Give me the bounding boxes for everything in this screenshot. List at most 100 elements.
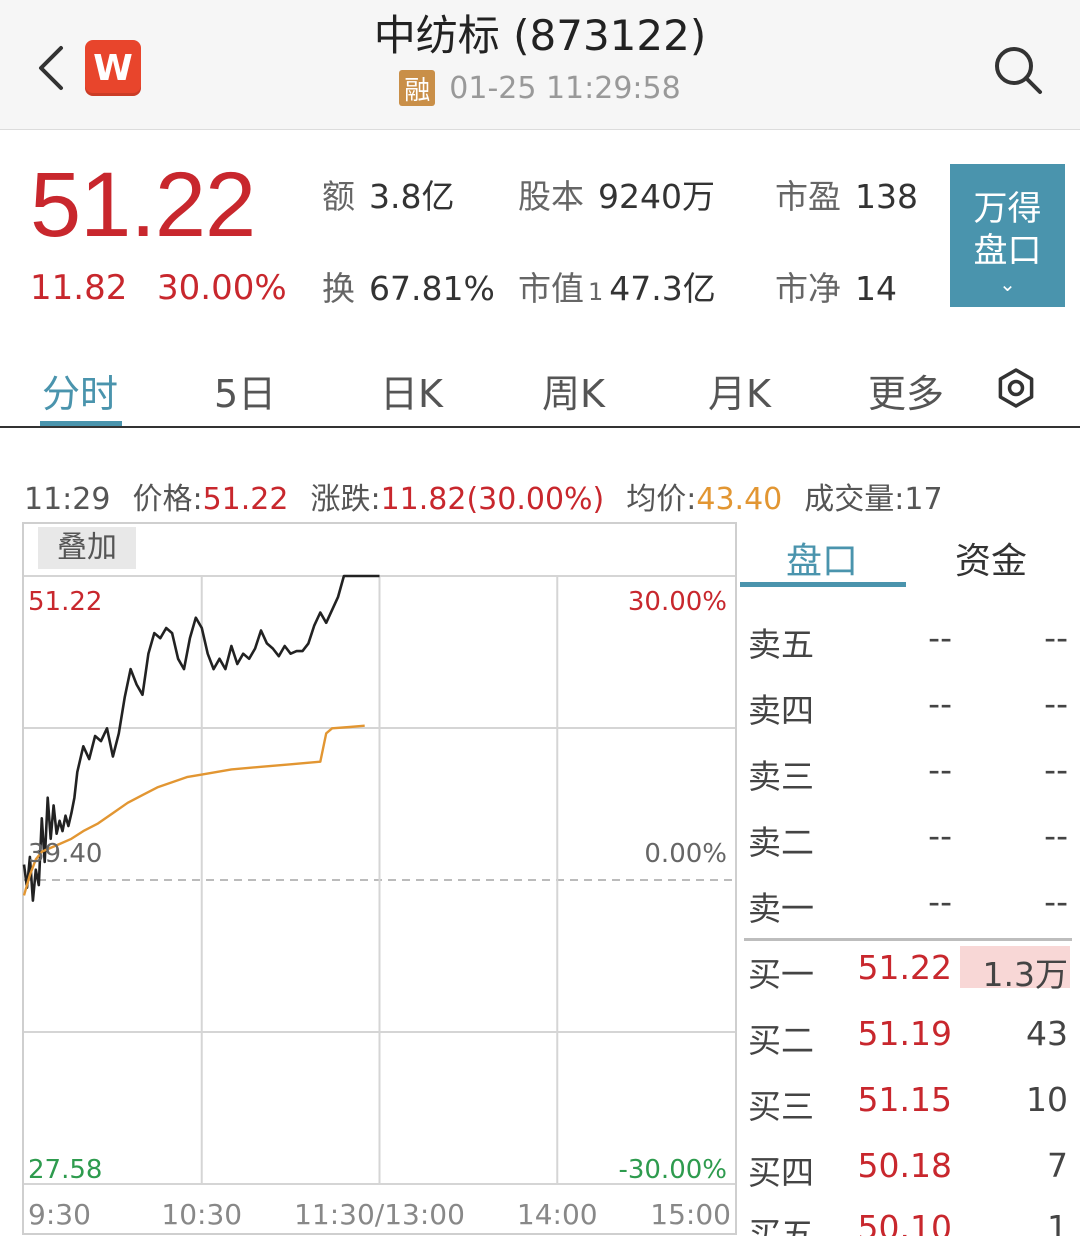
ask-level: 卖四 bbox=[748, 691, 814, 730]
ask-price: -- bbox=[928, 684, 952, 723]
ask-level: 卖五 bbox=[748, 625, 814, 664]
app-logo[interactable]: W bbox=[85, 40, 141, 96]
chevron-down-icon: ⌄ bbox=[999, 272, 1016, 296]
bid-price: 50.18 bbox=[857, 1146, 952, 1185]
x-tick-label: 11:30/13:00 bbox=[294, 1198, 465, 1231]
x-tick-label: 9:30 bbox=[28, 1198, 91, 1231]
bid-price: 50.10 bbox=[857, 1208, 952, 1236]
wind-orderbook-button[interactable]: 万得 盘口 ⌄ bbox=[950, 164, 1065, 307]
bid-row: 买二 51.19 43 bbox=[748, 1014, 1070, 1066]
chart-settings-button[interactable] bbox=[995, 367, 1037, 409]
settings-icon bbox=[998, 368, 1034, 408]
ask-price: -- bbox=[928, 618, 952, 657]
bid-volume: 7 bbox=[1047, 1146, 1068, 1185]
stat-turnover: 换 67.81% bbox=[322, 262, 495, 310]
x-tick-label: 10:30 bbox=[161, 1198, 242, 1231]
stat-label: 额 bbox=[322, 177, 355, 216]
stat-value: 138 bbox=[855, 177, 918, 216]
stat-label: 股本 bbox=[518, 177, 584, 216]
tab-intraday[interactable]: 分时 bbox=[42, 363, 118, 418]
ask-row: 卖五 -- -- bbox=[748, 618, 1070, 670]
bid-volume: 10 bbox=[1026, 1080, 1068, 1119]
ask-price: -- bbox=[928, 750, 952, 789]
search-button[interactable] bbox=[990, 42, 1046, 98]
crosshair-info-line: 11:29 价格:51.22 涨跌:11.82(30.00%) 均价:43.40 成交量… bbox=[24, 474, 965, 518]
intraday-chart[interactable]: 51.22 39.40 27.58 30.00% 0.00% -30.00% 9:30 10:… bbox=[22, 522, 737, 1236]
stat-value: 9240万 bbox=[598, 177, 715, 216]
info-change: 11.82(30.00%) bbox=[380, 482, 605, 517]
tab-daily-k[interactable]: 日K bbox=[380, 363, 443, 418]
bid-level: 买五 bbox=[748, 1215, 814, 1236]
ask-row: 卖二 -- -- bbox=[748, 816, 1070, 868]
stat-value: 67.81% bbox=[369, 269, 495, 308]
stat-label: 市盈 bbox=[775, 177, 841, 216]
ask-level: 卖二 bbox=[748, 823, 814, 862]
wind-button-line1: 万得 bbox=[973, 189, 1042, 229]
title-block: 中纺标 (873122) 融 01-25 11:29:58 bbox=[300, 8, 780, 106]
ask-volume: -- bbox=[1044, 750, 1068, 789]
stat-value: 14 bbox=[855, 269, 897, 308]
y-tick-label-bottom: 27.58 bbox=[28, 1155, 102, 1185]
stat-amount: 额 3.8亿 bbox=[322, 170, 454, 218]
stat-market-cap: 市值 1 47.3亿 bbox=[518, 262, 716, 310]
ask-row: 卖一 -- -- bbox=[748, 882, 1070, 934]
active-tab-indicator bbox=[40, 421, 122, 426]
bid-price: 51.22 bbox=[857, 948, 952, 987]
info-avg: 43.40 bbox=[696, 482, 783, 517]
tab-orderbook[interactable]: 盘口 bbox=[786, 532, 858, 584]
logo-letter: W bbox=[93, 47, 133, 89]
stat-value: 3.8亿 bbox=[369, 177, 455, 216]
ask-volume: -- bbox=[1044, 816, 1068, 855]
info-volume-label: 成交量: bbox=[804, 482, 905, 517]
top-bar: W 中纺标 (873122) 融 01-25 11:29:58 bbox=[0, 0, 1080, 130]
bid-row: 买一 51.22 1.3万 bbox=[748, 946, 1070, 1000]
ask-volume: -- bbox=[1044, 882, 1068, 921]
quote-timestamp: 01-25 11:29:58 bbox=[449, 70, 681, 106]
stat-label: 换 bbox=[322, 269, 355, 308]
info-time: 11:29 bbox=[24, 482, 111, 517]
overlay-button[interactable]: 叠加 bbox=[38, 527, 136, 569]
bid-level: 买四 bbox=[748, 1153, 814, 1192]
margin-badge: 融 bbox=[399, 70, 436, 106]
average-series-line bbox=[22, 724, 365, 896]
search-icon bbox=[995, 47, 1042, 94]
chevron-left-icon bbox=[39, 46, 63, 90]
bid-price: 51.15 bbox=[857, 1080, 952, 1119]
last-price: 51.22 bbox=[30, 154, 256, 256]
subtitle: 融 01-25 11:29:58 bbox=[300, 70, 780, 106]
tab-more[interactable]: 更多 bbox=[868, 363, 944, 418]
info-avg-label: 均价: bbox=[626, 482, 697, 517]
ask-row: 卖四 -- -- bbox=[748, 684, 1070, 736]
back-button[interactable] bbox=[30, 40, 70, 96]
info-price-label: 价格: bbox=[132, 482, 203, 517]
stat-label: 市值 bbox=[518, 269, 584, 308]
info-change-label: 涨跌: bbox=[310, 482, 381, 517]
bid-row: 买五 50.10 1 bbox=[748, 1208, 1070, 1236]
stat-capital: 股本 9240万 bbox=[518, 170, 715, 218]
tab-monthly-k[interactable]: 月K bbox=[708, 363, 771, 418]
y-right-tick-label-top: 30.00% bbox=[628, 587, 727, 617]
ask-level: 卖三 bbox=[748, 757, 814, 796]
stat-pe: 市盈 138 bbox=[775, 170, 918, 218]
ask-price: -- bbox=[928, 816, 952, 855]
tab-5day[interactable]: 5日 bbox=[214, 363, 276, 418]
bid-level: 买三 bbox=[748, 1087, 814, 1126]
bid-volume: 1 bbox=[1047, 1208, 1068, 1236]
price-change: 11.82 bbox=[30, 268, 128, 308]
price-change-pct: 30.00% bbox=[157, 268, 287, 308]
tab-weekly-k[interactable]: 周K bbox=[542, 363, 605, 418]
ask-level: 卖一 bbox=[748, 889, 814, 928]
bid-volume: 1.3万 bbox=[982, 955, 1068, 994]
ask-price: -- bbox=[928, 882, 952, 921]
y-right-tick-label-bottom: -30.00% bbox=[618, 1155, 727, 1185]
orderbook-tab-indicator bbox=[740, 582, 906, 587]
tab-capital-flow[interactable]: 资金 bbox=[955, 532, 1027, 584]
y-tick-label-mid: 39.40 bbox=[28, 839, 102, 869]
info-price: 51.22 bbox=[202, 482, 289, 517]
bid-volume: 43 bbox=[1026, 1014, 1068, 1053]
chart-tabs: 分时 5日 日K 周K 月K 更多 bbox=[0, 345, 1080, 428]
bid-level: 买一 bbox=[748, 955, 814, 994]
stat-pb: 市净 14 bbox=[775, 262, 897, 310]
stat-superscript: 1 bbox=[588, 278, 604, 306]
ask-volume: -- bbox=[1044, 618, 1068, 657]
